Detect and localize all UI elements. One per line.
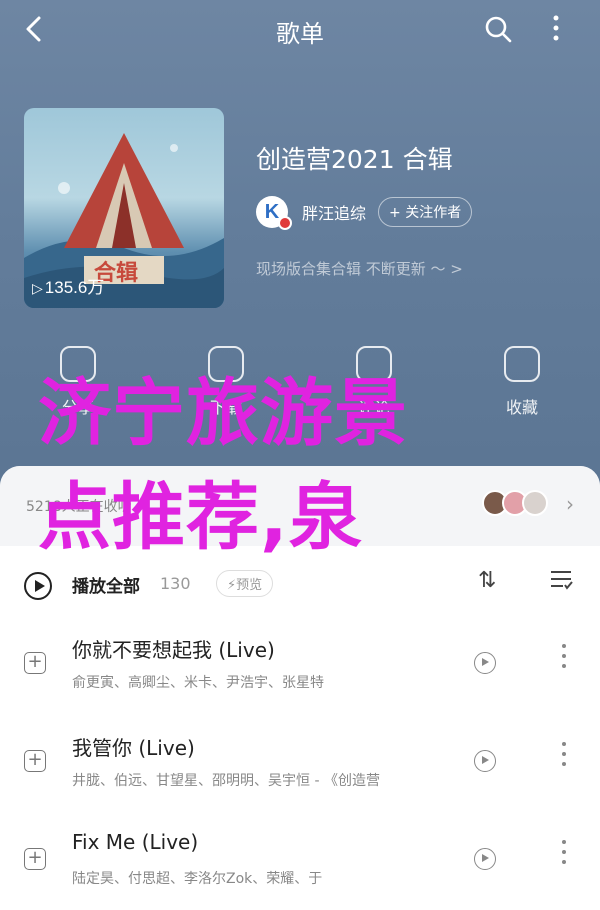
sort-icon[interactable]: ⇅ [478, 568, 496, 593]
song-title: 你就不要想起我 (Live) [72, 638, 275, 662]
follow-button[interactable]: + 关注作者 [378, 197, 473, 227]
album-title: 创造营2021 合辑 [256, 145, 453, 174]
song-artists: 陆定昊、付思超、李洛尔Zok、荣耀、于 [72, 871, 323, 887]
song-row[interactable]: + 你就不要想起我 (Live) 俞更寅、高卿尘、米卡、尹浩宇、张星特 [0, 614, 600, 710]
song-artists: 井胧、伯远、甘望星、邵明明、吴宇恒 - 《创造营 [72, 773, 380, 789]
mv-play-icon[interactable] [474, 750, 496, 772]
top-bar: 歌单 [0, 0, 600, 60]
creator-name[interactable]: 胖汪追综 [302, 200, 366, 224]
song-more-icon[interactable] [560, 840, 568, 870]
mv-play-icon[interactable] [474, 848, 496, 870]
play-count-value: 135.6万 [44, 278, 105, 297]
creator-avatar[interactable]: K [256, 196, 292, 230]
overlay-line-2: 点推荐,泉 [38, 475, 363, 560]
song-row[interactable]: + Fix Me (Live) 陆定昊、付思超、李洛尔Zok、荣耀、于 [0, 810, 600, 906]
mv-play-icon[interactable] [474, 652, 496, 674]
creator-row: K 胖汪追综 + 关注作者 [256, 195, 473, 230]
overlay-watermark-text: 济宁旅游景 点推荐,泉 [38, 362, 598, 570]
add-icon[interactable]: + [24, 652, 46, 674]
play-count: ▷ 135.6万 [32, 273, 104, 298]
song-title: 我管你 (Live) [72, 736, 195, 760]
search-icon[interactable] [484, 15, 512, 43]
song-title: Fix Me (Live) [72, 830, 199, 854]
song-count: 130 [160, 574, 191, 593]
song-more-icon[interactable] [560, 644, 568, 674]
album-description[interactable]: 现场版合集合辑 不断更新 ～ > [256, 258, 463, 279]
add-icon[interactable]: + [24, 848, 46, 870]
song-row[interactable]: + 我管你 (Live) 井胧、伯远、甘望星、邵明明、吴宇恒 - 《创造营 [0, 712, 600, 808]
song-more-icon[interactable] [560, 742, 568, 772]
preview-button[interactable]: ⚡预览 [216, 570, 274, 597]
add-icon[interactable]: + [24, 750, 46, 772]
song-artists: 俞更寅、高卿尘、米卡、尹浩宇、张星特 [72, 675, 324, 691]
verified-badge-icon [278, 216, 292, 230]
play-count-icon: ▷ [32, 280, 43, 296]
play-all-icon[interactable] [24, 572, 52, 600]
more-options-icon[interactable] [546, 10, 566, 46]
play-all-label[interactable]: 播放全部 [72, 572, 140, 597]
overlay-line-1: 济宁旅游景 [38, 371, 408, 456]
